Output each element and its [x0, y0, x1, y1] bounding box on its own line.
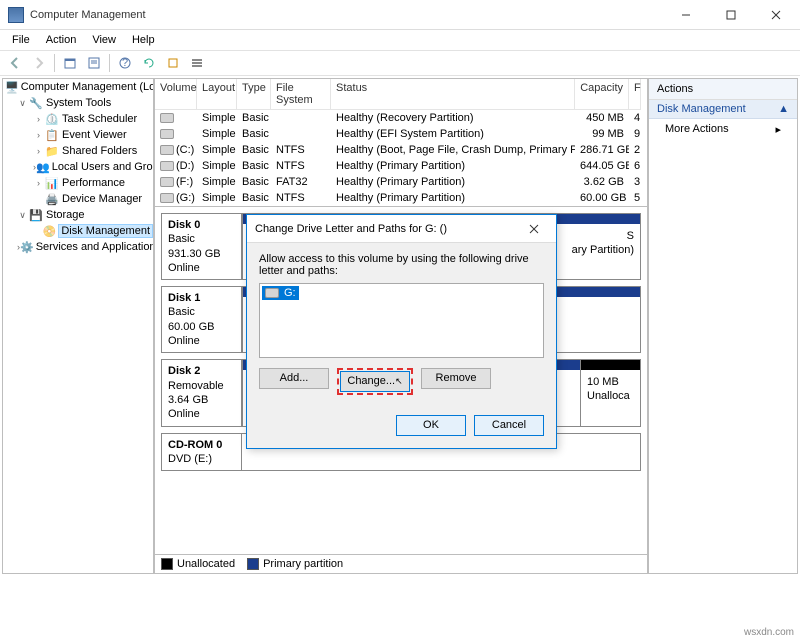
col-free[interactable]: F — [629, 79, 641, 110]
volume-row[interactable]: SimpleBasicHealthy (Recovery Partition)4… — [155, 110, 647, 126]
back-button[interactable] — [4, 52, 26, 74]
tree-task-scheduler[interactable]: ›⏲️Task Scheduler — [3, 111, 153, 127]
tree-services[interactable]: ›⚙️Services and Applications — [3, 239, 153, 255]
tree-root[interactable]: 🖥️Computer Management (Local — [3, 79, 153, 95]
forward-button[interactable] — [28, 52, 50, 74]
tree-performance[interactable]: ›📊Performance — [3, 175, 153, 191]
refresh-button[interactable] — [138, 52, 160, 74]
remove-button[interactable]: Remove — [421, 368, 491, 389]
menubar: File Action View Help — [0, 30, 800, 50]
menu-view[interactable]: View — [84, 32, 124, 48]
dialog-title: Change Drive Letter and Paths for G: () — [255, 223, 520, 235]
properties-button[interactable] — [83, 52, 105, 74]
volume-table-header: Volume Layout Type File System Status Ca… — [155, 79, 647, 110]
disk-icon — [265, 288, 279, 298]
tree-shared-folders[interactable]: ›📁Shared Folders — [3, 143, 153, 159]
legend: Unallocated Primary partition — [155, 554, 647, 573]
volume-row[interactable]: (F:)SimpleBasicFAT32Healthy (Primary Par… — [155, 174, 647, 190]
window-titlebar: Computer Management — [0, 0, 800, 30]
up-button[interactable] — [59, 52, 81, 74]
col-type[interactable]: Type — [237, 79, 271, 110]
legend-primary-swatch — [247, 558, 259, 570]
toolbar: ? — [0, 50, 800, 76]
disk-1-label: Disk 1 Basic 60.00 GB Online — [162, 287, 242, 352]
tree-event-viewer[interactable]: ›📋Event Viewer — [3, 127, 153, 143]
window-title: Computer Management — [30, 9, 663, 21]
app-icon — [8, 7, 24, 23]
tree-system-tools[interactable]: ∨🔧System Tools — [3, 95, 153, 111]
svg-text:?: ? — [122, 57, 128, 69]
chevron-right-icon: ▸ — [775, 123, 781, 136]
col-capacity[interactable]: Capacity — [575, 79, 629, 110]
menu-file[interactable]: File — [4, 32, 38, 48]
change-button[interactable]: Change...↖ — [340, 371, 410, 392]
drive-letter-entry[interactable]: G: — [262, 286, 299, 300]
change-button-highlight: Change...↖ — [337, 368, 413, 395]
disk-2-label: Disk 2 Removable 3.64 GB Online — [162, 360, 242, 425]
disk-0-label: Disk 0 Basic 931.30 GB Online — [162, 214, 242, 279]
dialog-close-button[interactable] — [520, 219, 548, 239]
close-button[interactable] — [753, 1, 798, 29]
col-layout[interactable]: Layout — [197, 79, 237, 110]
volume-row[interactable]: (G:)SimpleBasicNTFSHealthy (Primary Part… — [155, 190, 647, 206]
actions-section[interactable]: Disk Management ▲ — [649, 100, 797, 119]
actions-pane: Actions Disk Management ▲ More Actions▸ — [648, 78, 798, 574]
ok-button[interactable]: OK — [396, 415, 466, 436]
tree-disk-management[interactable]: 📀Disk Management — [3, 223, 153, 239]
volume-row[interactable]: (D:)SimpleBasicNTFSHealthy (Primary Part… — [155, 158, 647, 174]
list-button[interactable] — [186, 52, 208, 74]
actions-header: Actions — [649, 79, 797, 100]
navigation-tree[interactable]: 🖥️Computer Management (Local ∨🔧System To… — [2, 78, 154, 574]
collapse-icon: ▲ — [778, 103, 789, 115]
menu-help[interactable]: Help — [124, 32, 163, 48]
cdrom-0-label: CD-ROM 0 DVD (E:) — [162, 434, 242, 471]
change-drive-letter-dialog: Change Drive Letter and Paths for G: () … — [246, 214, 557, 449]
more-actions[interactable]: More Actions▸ — [649, 119, 797, 140]
maximize-button[interactable] — [708, 1, 753, 29]
tree-local-users[interactable]: ›👥Local Users and Groups — [3, 159, 153, 175]
col-status[interactable]: Status — [331, 79, 575, 110]
disk-2-unallocated[interactable]: 10 MBUnalloca — [580, 360, 640, 425]
tree-device-manager[interactable]: 🖨️Device Manager — [3, 191, 153, 207]
cancel-button[interactable]: Cancel — [474, 415, 544, 436]
tree-storage[interactable]: ∨💾Storage — [3, 207, 153, 223]
help-button[interactable]: ? — [114, 52, 136, 74]
menu-action[interactable]: Action — [38, 32, 85, 48]
dialog-message: Allow access to this volume by using the… — [259, 253, 544, 277]
col-filesystem[interactable]: File System — [271, 79, 331, 110]
col-volume[interactable]: Volume — [155, 79, 197, 110]
cursor-icon: ↖ — [395, 376, 403, 386]
add-button[interactable]: Add... — [259, 368, 329, 389]
volume-row[interactable]: SimpleBasicHealthy (EFI System Partition… — [155, 126, 647, 142]
drive-letter-list[interactable]: G: — [259, 283, 544, 358]
volume-row[interactable]: (C:)SimpleBasicNTFSHealthy (Boot, Page F… — [155, 142, 647, 158]
watermark: wsxdn.com — [744, 627, 794, 638]
minimize-button[interactable] — [663, 1, 708, 29]
settings-button[interactable] — [162, 52, 184, 74]
legend-unallocated-swatch — [161, 558, 173, 570]
volume-table[interactable]: Volume Layout Type File System Status Ca… — [155, 79, 647, 207]
